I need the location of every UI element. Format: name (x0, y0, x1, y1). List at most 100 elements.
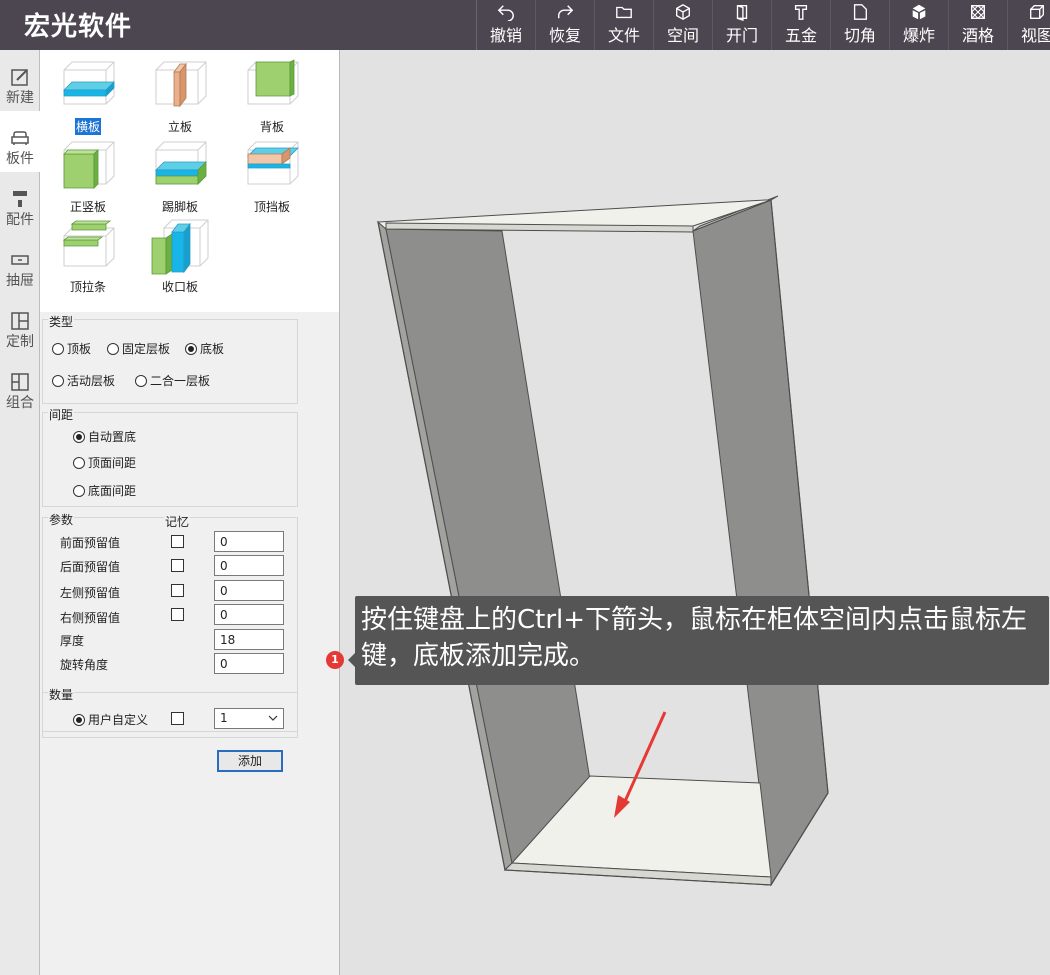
params-group-title: 参数 (48, 511, 75, 528)
radio-dot-checked (73, 430, 85, 443)
board-vertical[interactable]: 立板 (135, 58, 225, 138)
spacing-option-bottom-gap[interactable]: 底面间距 (73, 482, 136, 499)
top-rail-board-icon (62, 220, 115, 267)
cabinet-3d-model[interactable] (340, 50, 1050, 975)
type-group (42, 319, 298, 404)
instruction-tooltip: 按住键盘上的Ctrl+下箭头，鼠标在柜体空间内点击鼠标左键，底板添加完成。 (355, 596, 1049, 685)
param-label-right: 右侧预留值 (60, 611, 121, 625)
spacing-option-auto-bottom[interactable]: 自动置底 (73, 428, 136, 445)
radio-dot (135, 374, 147, 387)
cube-icon (676, 4, 690, 20)
param-memory-checkbox-back[interactable] (171, 559, 184, 572)
redo-button[interactable]: 恢复 (535, 0, 594, 50)
spacing-option-top-gap[interactable]: 顶面间距 (73, 454, 136, 471)
param-input-front[interactable] (214, 531, 284, 552)
explode-button[interactable]: 爆炸 (889, 0, 948, 50)
board-horizontal[interactable]: 横板 (43, 58, 133, 138)
param-memory-checkbox-front[interactable] (171, 535, 184, 548)
radio-dot (52, 342, 64, 355)
param-input-back[interactable] (214, 555, 284, 576)
top-fascia-board-icon (247, 141, 299, 185)
view-icon (1030, 5, 1044, 19)
nav-boards[interactable]: 板件 (0, 111, 40, 172)
app-window: 宏光软件 撤销 恢复 文件 空间 开门 五金 切角 爆炸 酒格 视图 新建 板件… (0, 0, 1050, 975)
combine-icon (11, 373, 29, 391)
nav-custom[interactable]: 定制 (0, 294, 40, 355)
board-back[interactable]: 背板 (227, 58, 317, 138)
board-type-grid: 横板 立板 背板 正竖板 踢脚板 顶挡板 顶拉条 收口板 (40, 50, 339, 312)
hardware-icon (794, 5, 808, 20)
radio-dot (73, 484, 85, 497)
layout-icon (11, 312, 29, 330)
memory-column-label: 记忆 (164, 513, 191, 530)
radio-dot-checked (73, 713, 85, 726)
space-button[interactable]: 空间 (653, 0, 712, 50)
back-board-icon (247, 59, 299, 105)
undo-button[interactable]: 撤销 (476, 0, 535, 50)
radio-dot (52, 374, 64, 387)
param-label-left: 左侧预留值 (60, 586, 121, 600)
horizontal-board-icon (63, 61, 115, 105)
param-input-right[interactable] (214, 604, 284, 625)
param-input-rotation[interactable] (214, 653, 284, 674)
wine-rack-button[interactable]: 酒格 (948, 0, 1007, 50)
wine-rack-icon (971, 5, 985, 19)
param-input-thickness[interactable] (214, 629, 284, 650)
nav-new[interactable]: 新建 (0, 50, 40, 111)
kick-board-icon (155, 141, 207, 185)
nav-accessories[interactable]: 配件 (0, 172, 40, 233)
folder-icon (616, 6, 632, 19)
paint-roller-icon (13, 191, 27, 207)
radio-dot-checked (185, 342, 197, 355)
type-option-two-in-one[interactable]: 二合一层板 (135, 372, 210, 389)
param-label-rotation: 旋转角度 (60, 658, 109, 672)
param-memory-checkbox-left[interactable] (171, 584, 184, 597)
cut-corner-button[interactable]: 切角 (830, 0, 889, 50)
board-closing[interactable]: 收口板 (135, 218, 225, 298)
board-panel: 横板 立板 背板 正竖板 踢脚板 顶挡板 顶拉条 收口板 类型 顶板 固定层板 … (40, 50, 340, 975)
quantity-memory-checkbox[interactable] (171, 712, 184, 725)
closing-board-icon (151, 219, 209, 275)
hardware-button[interactable]: 五金 (771, 0, 830, 50)
step-badge: 1 (326, 651, 344, 669)
board-top-fascia[interactable]: 顶挡板 (227, 138, 317, 218)
quantity-select[interactable]: 1 (214, 708, 284, 729)
param-label-thickness: 厚度 (60, 634, 85, 648)
board-kick[interactable]: 踢脚板 (135, 138, 225, 218)
param-memory-checkbox-right[interactable] (171, 608, 184, 621)
top-bar: 宏光软件 撤销 恢复 文件 空间 开门 五金 切角 爆炸 酒格 视图 (0, 0, 1050, 50)
vertical-board-icon (155, 61, 207, 108)
nav-drawer[interactable]: 抽屉 (0, 233, 40, 294)
type-option-fixed-shelf[interactable]: 固定层板 (107, 340, 170, 357)
drawer-icon (11, 255, 29, 265)
chevron-down-icon (268, 715, 278, 721)
open-door-button[interactable]: 开门 (712, 0, 771, 50)
door-icon (736, 5, 748, 21)
nav-combine[interactable]: 组合 (0, 355, 40, 416)
3d-viewport[interactable] (340, 50, 1050, 975)
front-vertical-board-icon (63, 141, 115, 189)
edit-icon (11, 69, 28, 86)
sofa-icon (11, 131, 29, 145)
spacing-group-title: 间距 (48, 406, 75, 423)
view-button[interactable]: 视图 (1007, 0, 1050, 50)
explode-icon (912, 4, 926, 20)
redo-icon (557, 5, 574, 19)
type-option-bottom[interactable]: 底板 (185, 340, 224, 357)
type-option-movable-shelf[interactable]: 活动层板 (52, 372, 115, 389)
param-label-front: 前面预留值 (60, 536, 121, 550)
undo-icon (497, 5, 514, 21)
quantity-option-custom[interactable]: 用户自定义 (73, 711, 148, 728)
cut-corner-icon (853, 4, 867, 20)
add-button[interactable]: 添加 (217, 750, 283, 772)
radio-dot (73, 456, 85, 469)
param-input-left[interactable] (214, 580, 284, 601)
quantity-group-title: 数量 (48, 686, 75, 703)
board-top-rail[interactable]: 顶拉条 (43, 218, 133, 298)
radio-dot (107, 342, 119, 355)
type-option-top[interactable]: 顶板 (52, 340, 91, 357)
file-button[interactable]: 文件 (594, 0, 653, 50)
board-front-vertical[interactable]: 正竖板 (43, 138, 133, 218)
left-nav: 新建 板件 配件 抽屉 定制 组合 (0, 50, 40, 975)
param-label-back: 后面预留值 (60, 560, 121, 574)
